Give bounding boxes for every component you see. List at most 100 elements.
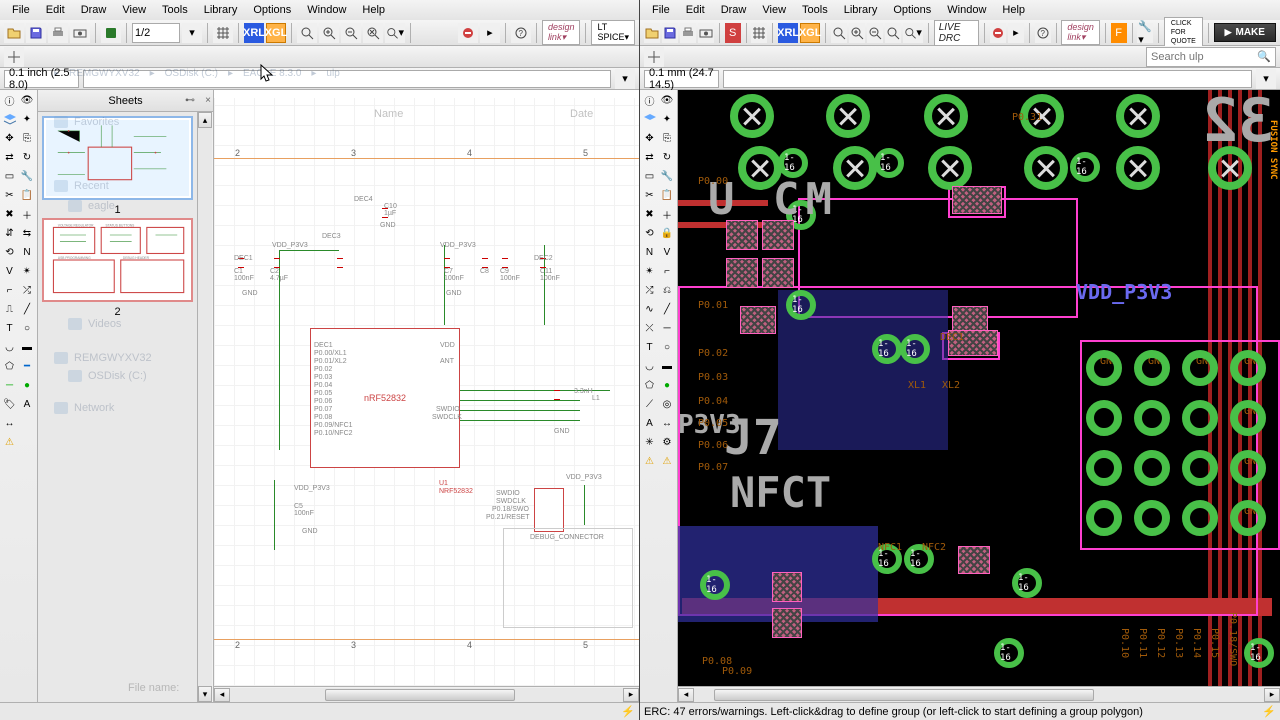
split-tool-icon[interactable]: ⤮ [19, 282, 36, 299]
cursor-icon[interactable] [644, 47, 664, 67]
via-tool-icon[interactable]: ● [659, 377, 676, 394]
ratsnest-tool-icon[interactable]: ✳ [641, 434, 658, 451]
miter-tool-icon[interactable]: ⌐ [659, 263, 676, 280]
print-icon[interactable] [48, 23, 68, 43]
group-tool-icon[interactable]: ▭ [641, 168, 658, 185]
menu-window[interactable]: Window [299, 3, 354, 17]
menu-tools[interactable]: Tools [154, 3, 196, 17]
group-tool-icon[interactable]: ▭ [1, 168, 18, 185]
invoke-tool-icon[interactable]: ⎍ [1, 301, 18, 318]
sheet-thumb-2[interactable]: VOLTAGE REGULATOR STATUS BUTTONS USB PRO… [42, 218, 193, 302]
layer-orange-icon[interactable]: XGL [800, 23, 820, 43]
quote-button[interactable]: CLICK FOR QUOTE [1164, 17, 1203, 48]
rotate-tool-icon[interactable]: ↻ [659, 149, 676, 166]
arc-tool-icon[interactable]: ◡ [1, 339, 18, 356]
info-tool-icon[interactable]: ⓘ [641, 92, 658, 109]
schematic-icon[interactable]: S [725, 23, 741, 43]
label-tool-icon[interactable]: 🏷 [1, 396, 18, 413]
zoom-in-icon[interactable] [319, 23, 339, 43]
rect-tool-icon[interactable]: ▬ [659, 358, 676, 375]
schematic-canvas[interactable]: 2 3 4 5 2 3 4 5 Name Date nRF52832 U1 NR… [214, 90, 639, 686]
layers-tool-icon[interactable] [641, 111, 658, 128]
gateswap-tool-icon[interactable]: ⇆ [19, 225, 36, 242]
optimize-tool-icon[interactable]: ⎌ [659, 282, 676, 299]
menu-view[interactable]: View [114, 3, 154, 17]
go-icon[interactable]: ▸ [480, 23, 500, 43]
copy-tool-icon[interactable]: ⎘ [19, 130, 36, 147]
sheet-selector[interactable] [132, 23, 180, 43]
schematic-hscroll[interactable]: ◂ ▸ [214, 686, 639, 702]
mirror-tool-icon[interactable]: ⇄ [1, 149, 18, 166]
search-ulp-input[interactable] [1151, 51, 1257, 63]
hole-tool-icon[interactable]: ◎ [659, 396, 676, 413]
go-icon[interactable]: ▸ [1008, 23, 1024, 43]
mirror-tool-icon[interactable]: ⇄ [641, 149, 658, 166]
miter-tool-icon[interactable]: ⌐ [1, 282, 18, 299]
make-button[interactable]: MAKE [1214, 23, 1276, 42]
circle-tool-icon[interactable]: ○ [19, 320, 36, 337]
route-tool-icon[interactable]: ╱ [659, 301, 676, 318]
menu-tools[interactable]: Tools [794, 3, 836, 17]
polygon-tool-icon[interactable]: ⬠ [1, 358, 18, 375]
menu-edit[interactable]: Edit [678, 3, 713, 17]
circle-tool-icon[interactable]: ○ [659, 339, 676, 356]
save-icon[interactable] [662, 23, 678, 43]
zoom-redraw-icon[interactable] [885, 23, 901, 43]
ripup-tool-icon[interactable]: ⤫ [641, 320, 658, 337]
signal-tool-icon[interactable]: ⟋ [641, 396, 658, 413]
live-drc-toggle[interactable]: LIVE DRC [934, 20, 980, 46]
name-tool-icon[interactable]: N [19, 244, 36, 261]
zoom-fit-icon[interactable] [297, 23, 317, 43]
board-icon[interactable] [101, 23, 121, 43]
stop-icon[interactable] [990, 23, 1006, 43]
sheet-dropdown-icon[interactable]: ▾ [182, 23, 202, 43]
replace-tool-icon[interactable]: ⟲ [641, 225, 658, 242]
show-tool-icon[interactable]: 👁 [659, 92, 676, 109]
coord-dropdown-icon[interactable]: ▾ [615, 69, 635, 89]
menu-file[interactable]: File [644, 3, 678, 17]
menu-options[interactable]: Options [885, 3, 939, 17]
move-tool-icon[interactable]: ✥ [641, 130, 658, 147]
net-tool-icon[interactable]: ─ [1, 377, 18, 394]
attribute-tool-icon[interactable]: A [19, 396, 36, 413]
menu-draw[interactable]: Draw [713, 3, 755, 17]
zoom-select-icon[interactable]: ▾ [385, 23, 405, 43]
dimension-tool-icon[interactable]: ↔ [1, 415, 18, 432]
grid-icon[interactable] [213, 23, 233, 43]
layer-orange-icon[interactable]: XGL [266, 23, 286, 43]
delete-tool-icon[interactable]: ✖ [641, 206, 658, 223]
ltspice-button[interactable]: LTSPICE▾ [591, 20, 635, 45]
bus-tool-icon[interactable]: ━ [19, 358, 36, 375]
zoom-redraw-icon[interactable] [363, 23, 383, 43]
rect-tool-icon[interactable]: ▬ [19, 339, 36, 356]
menu-view[interactable]: View [754, 3, 794, 17]
menu-file[interactable]: File [4, 3, 38, 17]
fusion-sync-icon[interactable]: F [1111, 23, 1127, 43]
dimension-tool-icon[interactable]: ↔ [659, 415, 676, 432]
text-tool-icon[interactable]: T [641, 339, 658, 356]
open-icon[interactable] [644, 23, 660, 43]
search-ulp[interactable]: 🔍 [1146, 47, 1276, 67]
layer-blue-icon[interactable]: XRL [244, 23, 264, 43]
smash-tool-icon[interactable]: ✴ [19, 263, 36, 280]
delete-tool-icon[interactable]: ✖ [1, 206, 18, 223]
name-tool-icon[interactable]: N [641, 244, 658, 261]
help-icon[interactable]: ? [511, 23, 531, 43]
auto-tool-icon[interactable]: ⚙ [659, 434, 676, 451]
zoom-out-icon[interactable] [341, 23, 361, 43]
paste-tool-icon[interactable]: 📋 [659, 187, 676, 204]
layer-blue-icon[interactable]: XRL [778, 23, 798, 43]
sheets-close-icon[interactable]: × [205, 95, 211, 106]
attribute-tool-icon[interactable]: A [641, 415, 658, 432]
open-icon[interactable] [4, 23, 24, 43]
zoom-out-icon[interactable] [867, 23, 883, 43]
junction-tool-icon[interactable]: ● [19, 377, 36, 394]
pinswap-tool-icon[interactable]: ⇵ [1, 225, 18, 242]
add-tool-icon[interactable]: ＋ [659, 206, 676, 223]
board-canvas[interactable]: {"rows":4,"cols":4} 1-16 1-16 1-16 [678, 90, 1280, 686]
paste-tool-icon[interactable]: 📋 [19, 187, 36, 204]
board-hscroll[interactable]: ◂ ▸ [678, 686, 1280, 702]
grid-icon[interactable] [751, 23, 767, 43]
info-tool-icon[interactable]: ⓘ [1, 92, 18, 109]
erc-tool-icon[interactable]: ⚠ [1, 434, 18, 451]
